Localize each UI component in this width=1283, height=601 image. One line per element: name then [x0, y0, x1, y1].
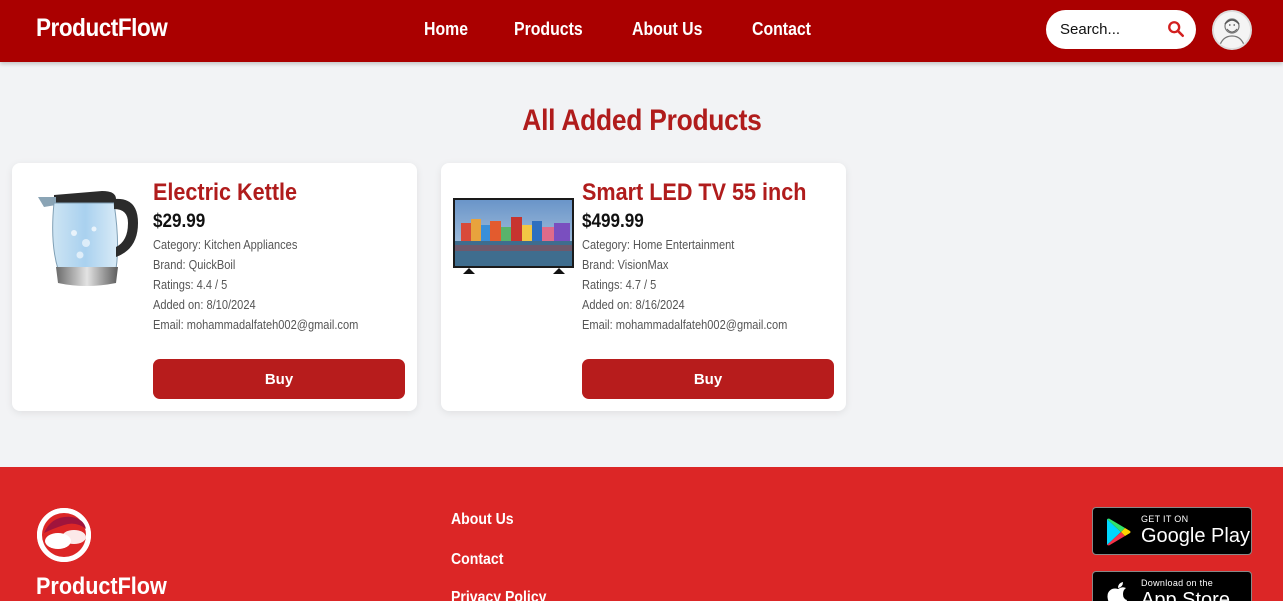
product-brand: Brand: QuickBoil — [153, 257, 236, 272]
google-play-big-text: Google Play — [1141, 525, 1250, 547]
product-added-date: Added on: 8/10/2024 — [153, 297, 256, 312]
avatar[interactable] — [1212, 10, 1252, 50]
nav-contact-link[interactable]: Contact — [752, 19, 811, 40]
brand-logo-text[interactable]: ProductFlow — [36, 14, 168, 43]
product-email: Email: mohammadalfateh002@gmail.com — [582, 317, 788, 332]
tv-image — [453, 198, 574, 274]
google-play-button[interactable]: GET IT ON Google Play — [1092, 507, 1252, 555]
product-email: Email: mohammadalfateh002@gmail.com — [153, 317, 359, 332]
brand-logo-icon — [37, 508, 91, 562]
footer: ProductFlow About Us Contact Privacy Pol… — [0, 467, 1283, 601]
search-icon[interactable] — [1167, 20, 1185, 38]
google-play-icon — [1107, 518, 1131, 546]
product-ratings: Ratings: 4.4 / 5 — [153, 277, 228, 292]
top-navbar: ProductFlow Home Products About Us Conta… — [0, 0, 1283, 62]
nav-links: Home Products About Us Contact — [424, 19, 819, 40]
nav-about-link[interactable]: About Us — [632, 19, 702, 40]
product-category: Category: Home Entertainment — [582, 237, 735, 252]
product-name[interactable]: Electric Kettle — [153, 179, 297, 207]
product-ratings: Ratings: 4.7 / 5 — [582, 277, 657, 292]
footer-contact-link[interactable]: Contact — [451, 551, 503, 569]
product-card: Smart LED TV 55 inch $499.99 Category: H… — [441, 163, 846, 411]
footer-privacy-link[interactable]: Privacy Policy — [451, 589, 546, 601]
app-store-big-text: App Store — [1141, 589, 1230, 601]
product-brand: Brand: VisionMax — [582, 257, 669, 272]
google-play-small-text: GET IT ON — [1141, 514, 1189, 524]
footer-about-link[interactable]: About Us — [451, 511, 514, 529]
page-title: All Added Products — [521, 104, 762, 137]
kettle-image — [38, 191, 138, 286]
footer-brand-text: ProductFlow — [36, 573, 167, 600]
product-price: $499.99 — [582, 211, 644, 232]
app-store-button[interactable]: Download on the App Store — [1092, 571, 1252, 601]
product-card: Electric Kettle $29.99 Category: Kitchen… — [12, 163, 417, 411]
user-avatar-icon — [1214, 12, 1250, 48]
buy-button[interactable]: Buy — [582, 359, 834, 399]
buy-button[interactable]: Buy — [153, 359, 405, 399]
product-added-date: Added on: 8/16/2024 — [582, 297, 685, 312]
product-name[interactable]: Smart LED TV 55 inch — [582, 179, 806, 207]
product-price: $29.99 — [153, 211, 206, 232]
app-store-small-text: Download on the — [1141, 578, 1214, 588]
nav-products-link[interactable]: Products — [514, 19, 583, 40]
nav-home-link[interactable]: Home — [424, 19, 468, 40]
apple-icon — [1107, 582, 1127, 601]
search-input[interactable] — [1060, 18, 1160, 40]
product-category: Category: Kitchen Appliances — [153, 237, 298, 252]
